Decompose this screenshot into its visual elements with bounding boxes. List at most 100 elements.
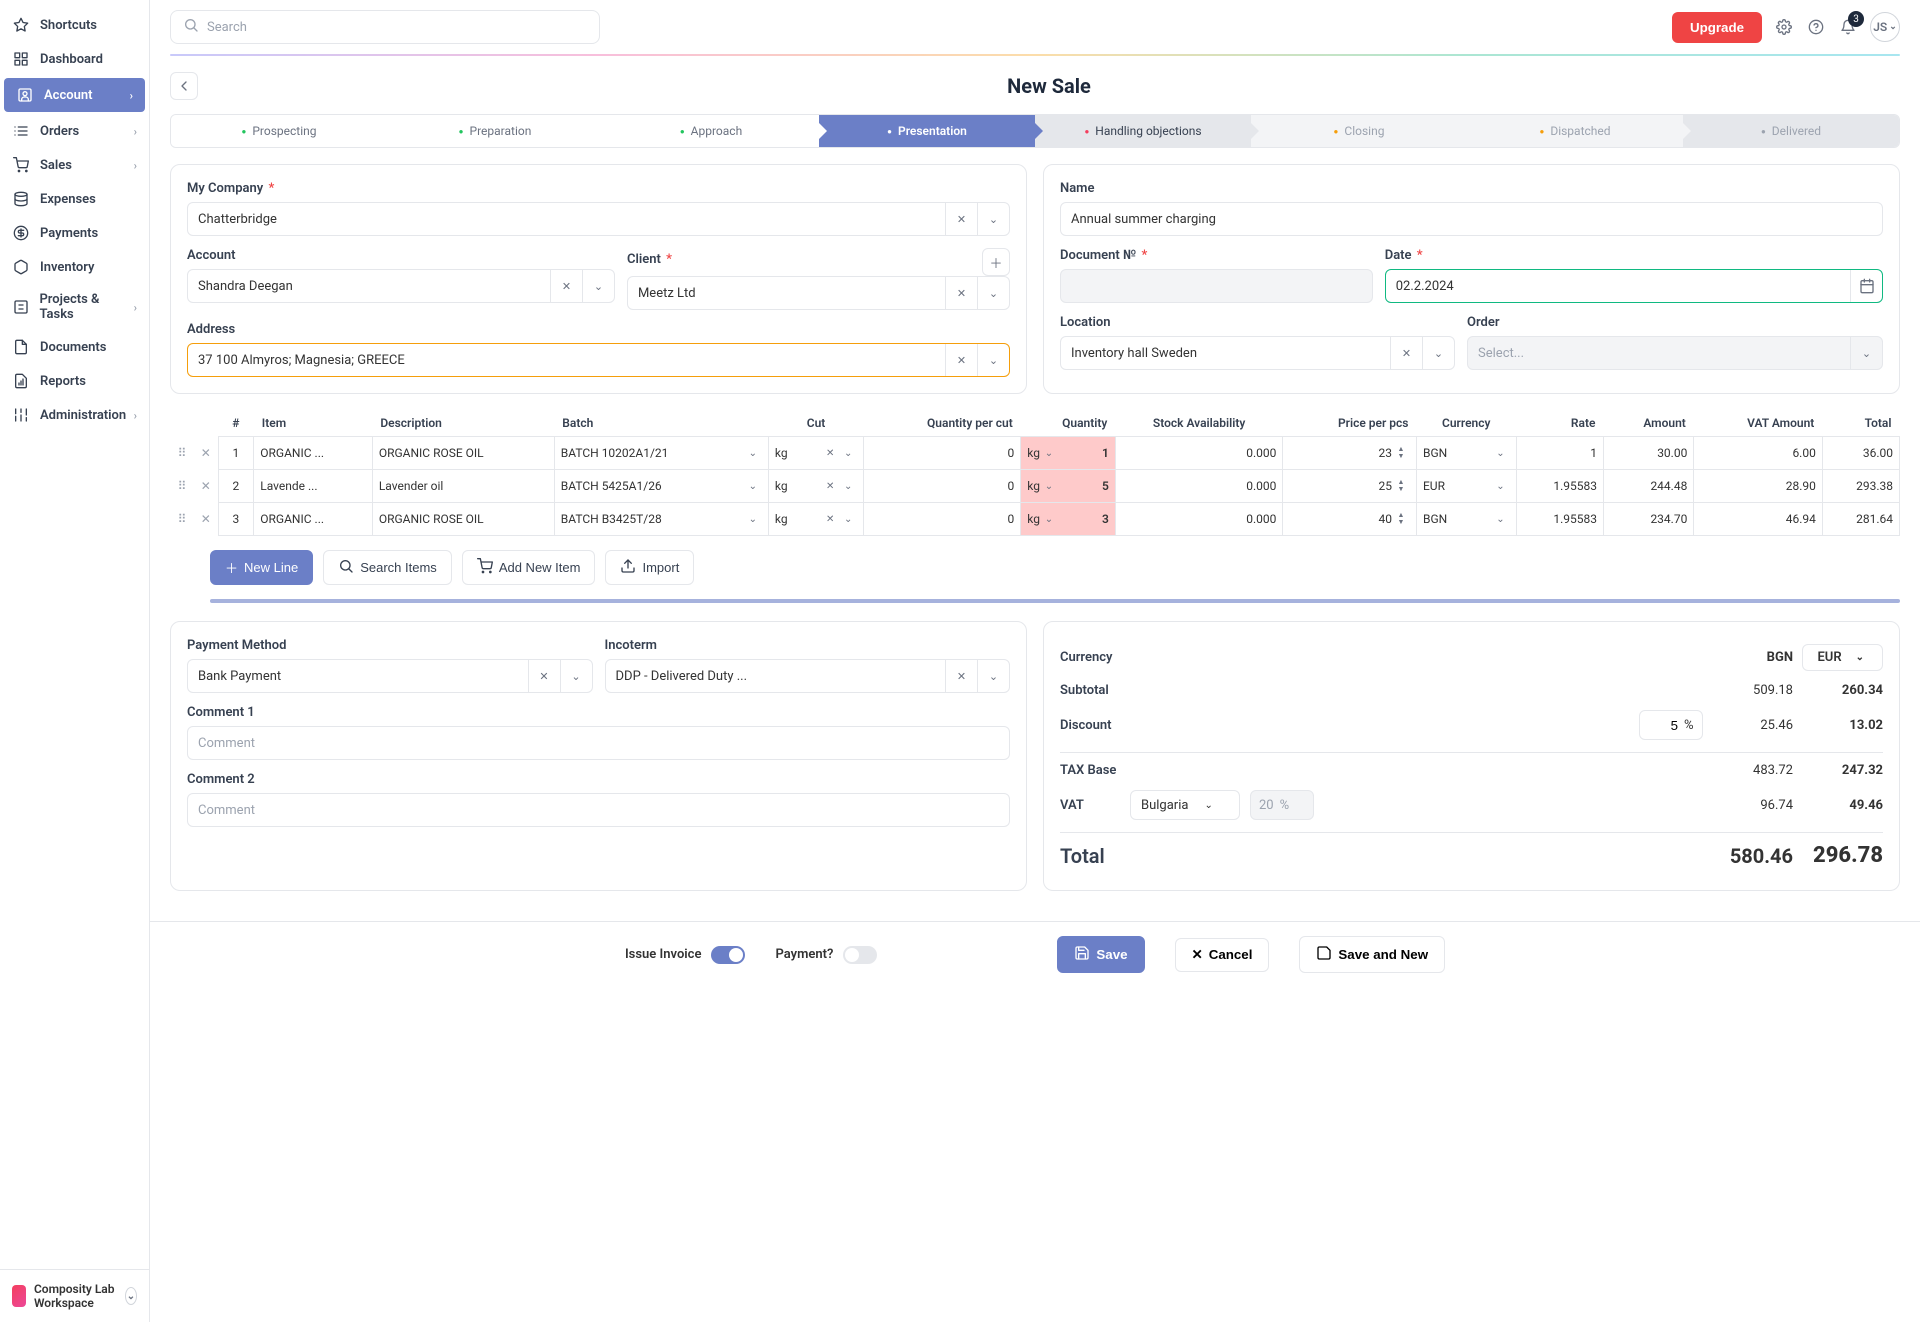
discount-pct-input[interactable]: %	[1639, 710, 1703, 740]
account-select[interactable]: Shandra Deegan ✕ ⌄	[187, 269, 615, 303]
clear-icon[interactable]: ✕	[821, 510, 839, 528]
back-button[interactable]	[170, 72, 198, 100]
sidebar-item-sales[interactable]: Sales›	[0, 148, 149, 182]
chevron-down-icon[interactable]: ⌄	[744, 510, 762, 528]
add-client-button[interactable]: ＋	[982, 248, 1010, 276]
upgrade-button[interactable]: Upgrade	[1672, 12, 1762, 43]
document-number-input[interactable]	[1060, 269, 1373, 303]
chevron-down-icon[interactable]: ⌄	[977, 660, 1009, 692]
delete-row-icon[interactable]: ✕	[201, 479, 211, 493]
step-handling-objections[interactable]: ●Handling objections	[1035, 115, 1251, 147]
chevron-down-icon[interactable]: ⌄	[977, 277, 1009, 309]
chevron-down-icon[interactable]: ⌄	[839, 477, 857, 495]
location-select[interactable]: Inventory hall Sweden ✕ ⌄	[1060, 336, 1455, 370]
qty-cell[interactable]: kg⌄1	[1021, 437, 1116, 470]
chevron-down-icon[interactable]: ⌄	[839, 510, 857, 528]
clear-icon[interactable]: ✕	[821, 444, 839, 462]
sidebar-item-inventory[interactable]: Inventory	[0, 250, 149, 284]
item-cell[interactable]: ORGANIC ...	[254, 437, 373, 470]
help-icon[interactable]	[1806, 17, 1826, 37]
batch-cell[interactable]: BATCH 5425A1/26⌄	[554, 470, 768, 503]
payment-toggle[interactable]	[843, 946, 877, 964]
item-cell[interactable]: ORGANIC ...	[254, 503, 373, 536]
price-cell[interactable]: 40▲▼	[1283, 503, 1417, 536]
payment-method-select[interactable]: Bank Payment ✕ ⌄	[187, 659, 593, 693]
clear-icon[interactable]: ✕	[550, 270, 582, 302]
currency-cell[interactable]: BGN⌄	[1416, 437, 1516, 470]
name-input[interactable]: Annual summer charging	[1060, 202, 1883, 236]
settings-icon[interactable]	[1774, 17, 1794, 37]
step-presentation[interactable]: ●Presentation	[819, 115, 1035, 147]
clear-icon[interactable]: ✕	[945, 344, 977, 376]
step-preparation[interactable]: ●Preparation	[387, 115, 603, 147]
comment2-input[interactable]: Comment	[187, 793, 1010, 827]
currency-switch[interactable]: EUR⌄	[1802, 644, 1883, 671]
sidebar-item-reports[interactable]: Reports	[0, 364, 149, 398]
calendar-icon[interactable]	[1850, 270, 1882, 302]
sidebar-item-administration[interactable]: Administration›	[0, 398, 149, 432]
chevron-down-icon[interactable]: ⌄	[744, 444, 762, 462]
client-select[interactable]: Meetz Ltd ✕ ⌄	[627, 276, 1010, 310]
step-prospecting[interactable]: ●Prospecting	[171, 115, 387, 147]
item-cell[interactable]: Lavende ...	[254, 470, 373, 503]
qty-cell[interactable]: kg⌄5	[1021, 470, 1116, 503]
qpc-cell[interactable]: 0	[864, 437, 1021, 470]
chevron-down-icon[interactable]: ⌄	[744, 477, 762, 495]
import-button[interactable]: Import	[605, 550, 694, 585]
chevron-down-icon[interactable]: ⌄	[1040, 477, 1058, 495]
clear-icon[interactable]: ✕	[821, 477, 839, 495]
clear-icon[interactable]: ✕	[945, 660, 977, 692]
chevron-down-icon[interactable]: ⌄	[1492, 510, 1510, 528]
search-items-button[interactable]: Search Items	[323, 550, 452, 585]
currency-cell[interactable]: EUR⌄	[1416, 470, 1516, 503]
notifications-icon[interactable]: 3	[1838, 17, 1858, 37]
clear-icon[interactable]: ✕	[945, 277, 977, 309]
chevron-down-icon[interactable]: ⌄	[977, 344, 1009, 376]
add-new-item-button[interactable]: Add New Item	[462, 550, 596, 585]
qty-cell[interactable]: kg⌄3	[1021, 503, 1116, 536]
chevron-down-icon[interactable]: ⌄	[1492, 477, 1510, 495]
delete-row-icon[interactable]: ✕	[201, 512, 211, 526]
sidebar-item-dashboard[interactable]: Dashboard	[0, 42, 149, 76]
price-cell[interactable]: 23▲▼	[1283, 437, 1417, 470]
qpc-cell[interactable]: 0	[864, 470, 1021, 503]
stepper-icon[interactable]: ▲▼	[1392, 444, 1410, 462]
sidebar-item-account[interactable]: Account›	[4, 78, 145, 112]
sidebar-item-payments[interactable]: Payments	[0, 216, 149, 250]
batch-cell[interactable]: BATCH B3425T/28⌄	[554, 503, 768, 536]
sidebar-item-expenses[interactable]: Expenses	[0, 182, 149, 216]
currency-cell[interactable]: BGN⌄	[1416, 503, 1516, 536]
stepper-icon[interactable]: ▲▼	[1392, 477, 1410, 495]
chevron-down-icon[interactable]: ⌄	[1850, 337, 1882, 369]
drag-handle-icon[interactable]: ⠿	[178, 479, 187, 493]
chevron-down-icon[interactable]: ⌄	[1040, 444, 1058, 462]
address-select[interactable]: 37 100 Almyros; Magnesia; GREECE ✕ ⌄	[187, 343, 1010, 377]
save-button[interactable]: Save	[1057, 936, 1144, 973]
sidebar-item-shortcuts[interactable]: Shortcuts	[0, 8, 149, 42]
my-company-select[interactable]: Chatterbridge ✕ ⌄	[187, 202, 1010, 236]
vat-country-select[interactable]: Bulgaria⌄	[1130, 790, 1240, 820]
chevron-down-icon[interactable]: ⌄	[582, 270, 614, 302]
chevron-down-icon[interactable]: ⌄	[1040, 510, 1058, 528]
order-select[interactable]: Select... ⌄	[1467, 336, 1883, 370]
step-delivered[interactable]: ●Delivered	[1683, 115, 1899, 147]
date-input[interactable]: 02.2.2024	[1385, 269, 1883, 303]
step-closing[interactable]: ●Closing	[1251, 115, 1467, 147]
qpc-cell[interactable]: 0	[864, 503, 1021, 536]
chevron-down-icon[interactable]: ⌄	[560, 660, 592, 692]
workspace-switcher[interactable]: Composity Lab Workspace ⌄	[0, 1269, 149, 1322]
new-line-button[interactable]: ＋New Line	[210, 550, 313, 585]
drag-handle-icon[interactable]: ⠿	[178, 446, 187, 460]
batch-cell[interactable]: BATCH 10202A1/21⌄	[554, 437, 768, 470]
drag-handle-icon[interactable]: ⠿	[178, 512, 187, 526]
stepper-icon[interactable]: ▲▼	[1392, 510, 1410, 528]
clear-icon[interactable]: ✕	[945, 203, 977, 235]
step-approach[interactable]: ●Approach	[603, 115, 819, 147]
cut-unit-cell[interactable]: kg✕⌄	[768, 437, 863, 470]
clear-icon[interactable]: ✕	[1390, 337, 1422, 369]
save-and-new-button[interactable]: Save and New	[1299, 936, 1445, 973]
cancel-button[interactable]: ✕Cancel	[1175, 938, 1270, 972]
search-input[interactable]: Search	[170, 10, 600, 44]
sidebar-item-documents[interactable]: Documents	[0, 330, 149, 364]
description-cell[interactable]: ORGANIC ROSE OIL	[372, 437, 554, 470]
